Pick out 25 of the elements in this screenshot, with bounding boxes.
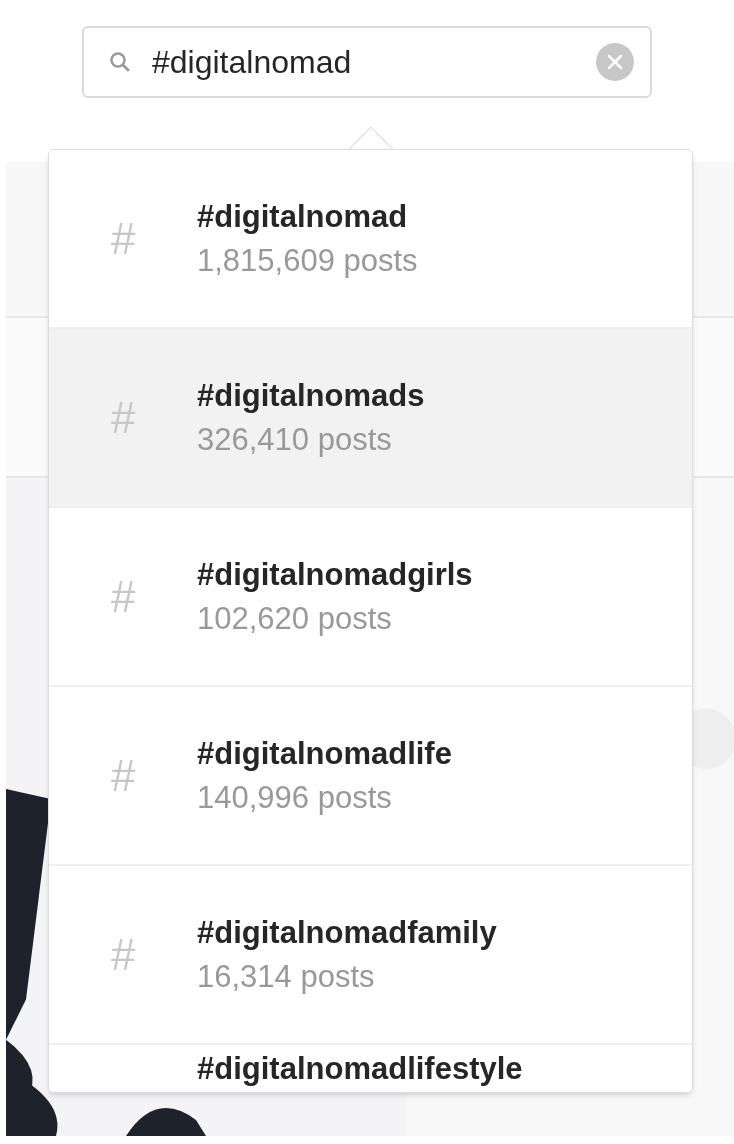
hashtag-name: #digitalnomadlife [197,734,452,773]
post-count: 326,410 posts [197,420,393,459]
result-item[interactable]: # #digitalnomadfamily 16,314 posts [49,866,692,1045]
post-count: 1,815,609 posts [197,241,418,280]
search-icon [108,50,132,74]
hashtag-name: #digitalnomad [197,197,409,236]
result-item[interactable]: # #digitalnomadgirls 102,620 posts [49,508,692,687]
hashtag-symbol: # [111,932,137,977]
post-count: 16,314 posts [197,957,376,996]
hashtag-name: #digitalnomadlifestyle [197,1050,523,1088]
result-item[interactable]: # #digitalnomad 1,815,609 posts [49,150,692,329]
hashtag-name: #digitalnomadfamily [197,913,497,952]
hashtag-symbol: # [111,753,137,798]
hashtag-name: #digitalnomads [197,376,425,415]
result-item[interactable]: # #digitalnomadlife 140,996 posts [49,687,692,866]
search-field[interactable]: #digitalnomad [82,26,652,98]
clear-icon[interactable] [596,43,634,81]
hashtag-symbol: # [111,574,137,619]
hashtag-name: #digitalnomadgirls [197,555,473,594]
post-count: 102,620 posts [197,599,393,638]
hashtag-symbol: # [111,395,137,440]
hashtag-symbol: # [111,216,137,261]
post-count: 140,996 posts [197,778,393,817]
result-item[interactable]: #digitalnomadlifestyle [49,1045,692,1092]
result-item[interactable]: # #digitalnomads 326,410 posts [49,329,692,508]
